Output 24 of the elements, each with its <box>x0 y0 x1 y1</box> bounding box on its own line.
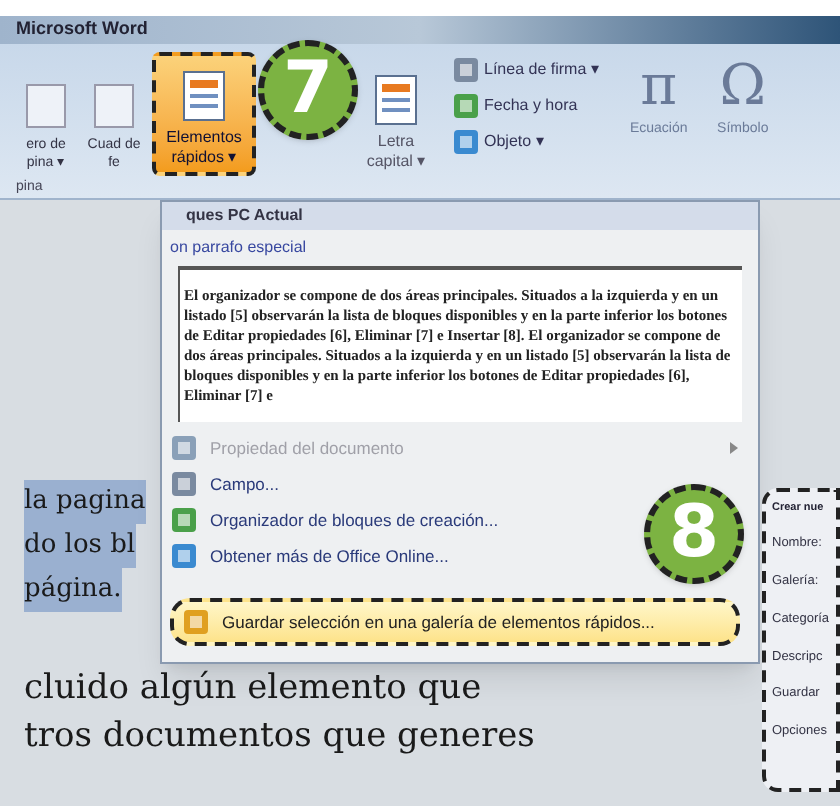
preview-title: on parrafo especial <box>168 236 309 260</box>
document-text: cluido algún elemento que <box>24 666 482 712</box>
document-icon <box>182 70 226 122</box>
ribbon-small-button[interactable]: Fecha y hora <box>452 92 599 120</box>
ribbon-small-button[interactable]: Objeto ▾ <box>452 128 599 156</box>
window-title: Microsoft Word <box>16 16 148 43</box>
selected-text: do los bl <box>24 524 136 568</box>
menu-item[interactable]: Guardar selección en una galería de elementos rápidos... <box>170 598 740 646</box>
menu-item-icon <box>452 128 480 156</box>
menu-item-icon <box>182 608 210 636</box>
menu-item-icon <box>170 470 198 498</box>
menu-item-icon <box>170 506 198 534</box>
selected-text: página. <box>24 568 122 612</box>
menu-item-icon <box>452 56 480 84</box>
ribbon-button[interactable]: Letra capital ▾ <box>356 52 436 176</box>
document-icon <box>374 74 418 126</box>
menu-item-icon <box>170 434 198 462</box>
menu-header: ques PC Actual <box>162 202 758 230</box>
ribbon-small-button[interactable]: Línea de firma ▾ <box>452 56 599 84</box>
menu-item-icon <box>452 92 480 120</box>
document-text: tros documentos que generes <box>24 714 535 760</box>
menu-item-icon <box>170 542 198 570</box>
ribbon-button[interactable]: Elementos rápidos ▾ <box>152 52 256 176</box>
selected-text: la pagina <box>24 480 146 524</box>
